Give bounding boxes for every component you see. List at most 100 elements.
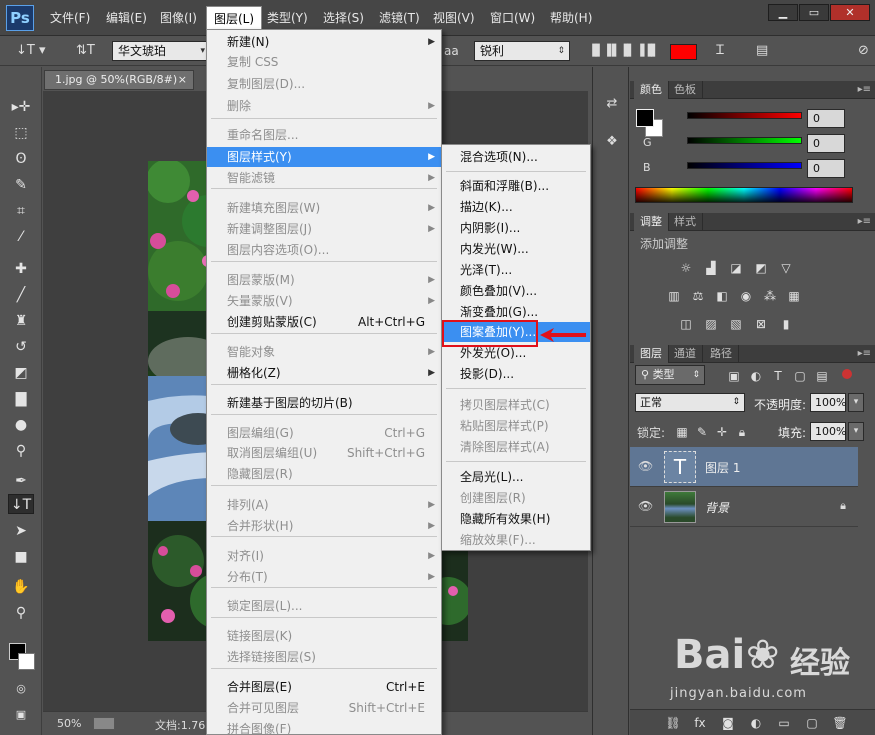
eye-icon[interactable]: 👁︎ (638, 499, 653, 513)
layer-menu-item-rasterize[interactable]: 栅格化(Z) ▶ (207, 363, 441, 383)
channel-b-slider[interactable] (687, 162, 802, 169)
style-menu-item-inner-glow[interactable]: 内发光(W)... (442, 239, 590, 259)
style-menu-item-hide-all-effects[interactable]: 隐藏所有效果(H) (442, 509, 590, 529)
exposure-icon[interactable]: ◩ (753, 261, 769, 275)
hue-icon[interactable]: ▥ (666, 289, 682, 303)
style-menu-item-drop-shadow[interactable]: 投影(D)... (442, 364, 590, 384)
fill-input[interactable]: 100% (810, 422, 846, 441)
crop-tool-icon[interactable]: ⌗ (8, 201, 34, 221)
align-center-icon[interactable]: ▌▐▌ (612, 42, 635, 60)
panel-menu-icon[interactable]: ▸≡ (858, 81, 871, 99)
stamp-tool-icon[interactable]: ♜ (8, 311, 34, 331)
tab-swatches[interactable]: 色板 (668, 81, 703, 99)
align-right-icon[interactable]: ▐▐▌ (636, 42, 659, 60)
layer-filter-select[interactable]: ⚲ 类型 ⇕ (635, 365, 705, 385)
style-menu-item-gradient-overlay[interactable]: 渐变叠加(G)... (442, 302, 590, 322)
style-menu-item-inner-shadow[interactable]: 内阴影(I)... (442, 218, 590, 238)
gradient-map-icon[interactable]: ▮ (778, 317, 794, 331)
channel-b-value[interactable]: 0 (807, 159, 845, 178)
eye-icon[interactable]: 👁︎ (638, 459, 653, 473)
quick-mask-icon[interactable]: ◎ (8, 679, 34, 699)
filter-type-icon[interactable]: T (770, 369, 786, 383)
lock-pixels-icon[interactable]: ✎ (694, 425, 710, 439)
fill-dropdown-icon[interactable]: ▾ (848, 422, 864, 441)
bw-icon[interactable]: ◧ (714, 289, 730, 303)
brightness-icon[interactable]: ☼ (678, 261, 694, 275)
curves-icon[interactable]: ◪ (728, 261, 744, 275)
layer-menu-item-new[interactable]: 新建(N) ▶ (207, 32, 441, 52)
tab-styles[interactable]: 样式 (668, 213, 703, 231)
history-panel-icon[interactable]: ⇄ (601, 95, 623, 113)
cancel-icon[interactable]: ⊘ (858, 42, 869, 60)
warp-text-icon[interactable]: Ꮖ (716, 42, 725, 60)
channel-g-slider[interactable] (687, 137, 802, 144)
menu-window[interactable]: 窗口(W) (490, 9, 535, 26)
channel-g-value[interactable]: 0 (807, 134, 845, 153)
threshold-icon[interactable]: ▧ (728, 317, 744, 331)
levels-icon[interactable]: ▟ (703, 261, 719, 275)
layer-menu-item-create-clipping-mask[interactable]: 创建剪贴蒙版(C) Alt+Ctrl+G (207, 312, 441, 332)
menu-select[interactable]: 选择(S) (323, 9, 364, 26)
tab-adjustments[interactable]: 调整 (634, 213, 669, 231)
document-tab[interactable]: 1.jpg @ 50%(RGB/8#) × (44, 70, 194, 90)
layer-row[interactable]: 👁︎ 背景 🔒︎ (630, 487, 858, 527)
menu-edit[interactable]: 编辑(E) (106, 9, 147, 26)
path-select-tool-icon[interactable]: ➤ (8, 521, 34, 541)
style-menu-item-stroke[interactable]: 描边(K)... (442, 197, 590, 217)
eraser-tool-icon[interactable]: ◩ (8, 363, 34, 383)
healing-brush-tool-icon[interactable]: ✚ (8, 259, 34, 279)
history-brush-tool-icon[interactable]: ↺ (8, 337, 34, 357)
move-tool-icon[interactable]: ▸✛ (8, 97, 34, 117)
style-menu-item-color-overlay[interactable]: 颜色叠加(V)... (442, 281, 590, 301)
channel-mixer-icon[interactable]: ⁂ (762, 289, 778, 303)
menu-image[interactable]: 图像(I) (160, 9, 197, 26)
layer-menu-item-layer-style[interactable]: 图层样式(Y) ▶ (207, 147, 441, 167)
tab-layers[interactable]: 图层 (634, 345, 669, 363)
panel-menu-icon[interactable]: ▸≡ (858, 213, 871, 231)
color-foreground[interactable] (636, 109, 654, 127)
close-icon[interactable]: × (178, 71, 187, 89)
style-menu-item-bevel-emboss[interactable]: 斜面和浮雕(B)... (442, 176, 590, 196)
pen-tool-icon[interactable]: ✒ (8, 471, 34, 491)
balance-icon[interactable]: ⚖ (690, 289, 706, 303)
font-family-select[interactable]: 华文琥珀 ▾ (112, 41, 210, 61)
style-menu-item-satin[interactable]: 光泽(T)... (442, 260, 590, 280)
opacity-input[interactable]: 100% (810, 393, 846, 412)
style-menu-item-global-light[interactable]: 全局光(L)... (442, 467, 590, 487)
opacity-dropdown-icon[interactable]: ▾ (848, 393, 864, 412)
tab-paths[interactable]: 路径 (704, 345, 739, 363)
status-preview-icon[interactable] (93, 717, 115, 730)
filter-shape-icon[interactable]: ▢ (792, 369, 808, 383)
dodge-tool-icon[interactable]: ⚲ (8, 441, 34, 461)
lasso-tool-icon[interactable]: ʘ (8, 149, 34, 169)
selective-color-icon[interactable]: ⊠ (753, 317, 769, 331)
text-color-swatch[interactable] (670, 44, 697, 60)
zoom-tool-icon[interactable]: ⚲ (8, 603, 34, 623)
3d-panel-icon[interactable]: ❖ (601, 133, 623, 151)
photo-filter-icon[interactable]: ◉ (738, 289, 754, 303)
background-color[interactable] (18, 653, 35, 670)
menu-type[interactable]: 类型(Y) (267, 9, 308, 26)
channel-r-value[interactable]: 0 (807, 109, 845, 128)
blend-mode-select[interactable]: 正常 ⇕ (635, 393, 745, 412)
filter-smart-icon[interactable]: ▤ (814, 369, 830, 383)
vibrance-icon[interactable]: ▽ (778, 261, 794, 275)
minimize-button[interactable]: ▁ (768, 4, 798, 21)
lock-transparent-icon[interactable]: ▦ (674, 425, 690, 439)
filter-pixel-icon[interactable]: ▣ (726, 369, 742, 383)
close-button[interactable]: ✕ (830, 4, 870, 21)
layer-row[interactable]: 👁︎ T 图层 1 (630, 447, 858, 487)
layer-name[interactable]: 图层 1 (705, 459, 740, 476)
color-spectrum[interactable] (635, 187, 853, 203)
gradient-tool-icon[interactable]: ▇ (8, 389, 34, 409)
layer-name[interactable]: 背景 (705, 499, 729, 516)
marquee-tool-icon[interactable]: ⬚ (8, 123, 34, 143)
hand-tool-icon[interactable]: ✋ (8, 577, 34, 597)
restore-button[interactable]: ▭ (799, 4, 829, 21)
screen-mode-icon[interactable]: ▣ (8, 705, 34, 725)
filter-adjust-icon[interactable]: ◐ (748, 369, 764, 383)
tab-channels[interactable]: 通道 (668, 345, 703, 363)
posterize-icon[interactable]: ▨ (703, 317, 719, 331)
style-menu-item-blending-options[interactable]: 混合选项(N)... (442, 147, 590, 167)
menu-layer[interactable]: 图层(L) (206, 6, 263, 30)
